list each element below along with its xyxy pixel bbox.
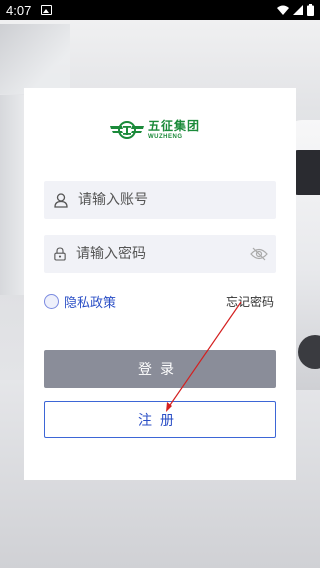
image-notification-icon xyxy=(41,5,53,15)
brand-name-en: WUZHENG xyxy=(148,134,183,140)
login-button[interactable]: 登录 xyxy=(44,350,276,388)
privacy-policy-link[interactable]: 隐私政策 xyxy=(64,292,116,311)
eye-off-icon xyxy=(250,247,268,261)
wuzheng-logo-icon xyxy=(110,121,144,139)
password-field[interactable] xyxy=(44,235,276,273)
username-field[interactable] xyxy=(44,181,276,219)
status-bar: 4:07 xyxy=(0,0,320,20)
privacy-radio[interactable] xyxy=(44,294,59,309)
brand-logo: 五征集团 WUZHENG xyxy=(110,120,200,140)
user-icon xyxy=(54,192,68,208)
brand-name-cn: 五征集团 xyxy=(148,119,201,133)
username-input[interactable] xyxy=(78,192,276,208)
bg-beam xyxy=(0,24,70,94)
status-time: 4:07 xyxy=(6,2,32,18)
brand-text: 五征集团 WUZHENG xyxy=(148,120,200,140)
privacy-policy-option[interactable]: 隐私政策 xyxy=(44,292,116,311)
password-input[interactable] xyxy=(76,246,250,262)
signal-icon xyxy=(293,5,303,15)
forgot-password-link[interactable]: 忘记密码 xyxy=(226,293,274,310)
bg-vehicle-window xyxy=(292,150,320,195)
lock-icon xyxy=(54,247,66,261)
login-card: 五征集团 WUZHENG 隐私政策 忘记密码 登录 注册 xyxy=(24,88,296,480)
status-icons xyxy=(277,4,314,16)
register-button[interactable]: 注册 xyxy=(44,401,276,438)
wifi-icon xyxy=(277,5,289,15)
battery-icon xyxy=(307,4,314,16)
password-visibility-toggle[interactable] xyxy=(250,247,268,261)
